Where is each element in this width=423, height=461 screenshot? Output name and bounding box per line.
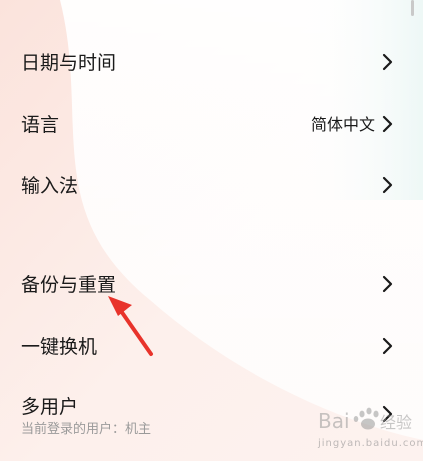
settings-item-label: 备份与重置	[21, 274, 117, 296]
chevron-right-icon	[381, 52, 395, 72]
svg-text:Bai: Bai	[318, 409, 350, 433]
settings-item-backup-reset[interactable]: 备份与重置	[0, 262, 423, 306]
settings-item-input-method[interactable]: 输入法	[0, 163, 423, 207]
settings-item-label: 一键换机	[21, 336, 98, 358]
settings-item-phone-clone[interactable]: 一键换机	[0, 324, 423, 368]
chevron-right-icon	[381, 175, 395, 195]
settings-item-language[interactable]: 语言 简体中文	[0, 102, 423, 146]
watermark-text: jingyan.baidu.com	[318, 438, 423, 449]
chevron-right-icon	[381, 114, 395, 134]
scrollbar[interactable]	[411, 0, 414, 16]
settings-item-label: 输入法	[21, 175, 79, 197]
settings-item-date-time[interactable]: 日期与时间	[0, 40, 423, 84]
chevron-right-icon	[381, 274, 395, 294]
baidu-logo-icon: Bai 经验	[318, 407, 412, 433]
svg-text:经验: 经验	[380, 413, 412, 432]
watermark: Bai 经验 jingyan.baidu.com	[318, 404, 423, 456]
chevron-right-icon	[381, 336, 395, 356]
settings-item-label: 日期与时间	[21, 52, 117, 74]
settings-item-label: 多用户	[21, 396, 79, 418]
settings-item-value: 简体中文	[310, 115, 375, 134]
settings-item-label: 语言	[21, 114, 60, 136]
settings-item-sublabel: 当前登录的用户：机主	[21, 422, 152, 437]
